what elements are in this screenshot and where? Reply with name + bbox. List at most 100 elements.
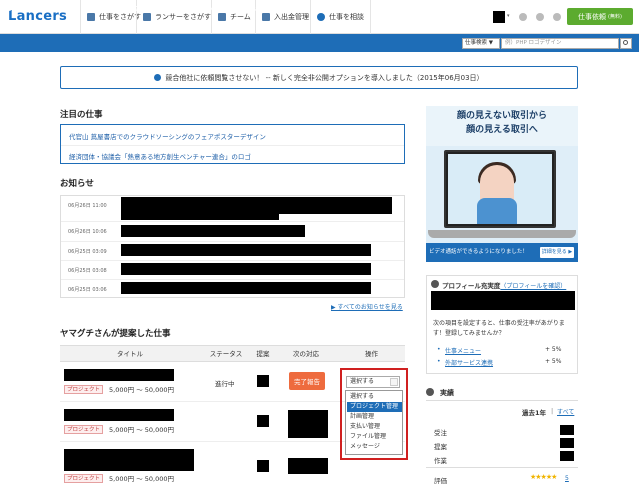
price: 5,000円 ～ 50,000円 bbox=[109, 386, 174, 394]
ad-details-button[interactable]: 詳細を見る ▶ bbox=[540, 247, 574, 258]
news-redacted[interactable] bbox=[121, 282, 371, 294]
bullet: • bbox=[437, 358, 441, 365]
all-link[interactable]: すべて bbox=[557, 407, 574, 416]
period-label: 過去1年 bbox=[522, 409, 547, 417]
profile-item-link[interactable]: 仕事メニュー bbox=[445, 346, 481, 355]
proposals-title: ヤマグチさんが提案した仕事 bbox=[60, 329, 171, 339]
news-date: 06月25日 03:08 bbox=[68, 268, 107, 274]
profile-item-pct: + 5% bbox=[545, 346, 562, 353]
stat-redacted bbox=[560, 438, 574, 448]
table-row: プロジェクト 5,000円 ～ 50,000円 bbox=[64, 424, 174, 434]
col-title: タイトル bbox=[117, 350, 143, 358]
highlight-box bbox=[340, 368, 408, 460]
complete-report-button[interactable]: 完了報告 bbox=[289, 372, 325, 390]
order-button[interactable]: 仕事依頼 (無料) bbox=[567, 8, 633, 25]
link-manage[interactable]: 相談の管理・編集 bbox=[120, 0, 176, 18]
proposal-count-redacted bbox=[257, 460, 269, 472]
link-mypage[interactable]: マイページトップ bbox=[16, 0, 72, 18]
rating-value[interactable]: 5 bbox=[565, 475, 569, 482]
news-redacted[interactable] bbox=[121, 263, 371, 275]
col-proposal: 提案 bbox=[256, 350, 270, 358]
featured-item[interactable]: 経済団体・協議会「熱意ある地方創生ベンチャー連合」のロゴ bbox=[69, 151, 251, 161]
news-date: 06月26日 10:06 bbox=[68, 229, 107, 235]
job-title-redacted[interactable] bbox=[64, 409, 174, 421]
nav-consult[interactable]: 仕事を相談 bbox=[310, 0, 371, 34]
medal-icon bbox=[426, 388, 434, 396]
laptop-base bbox=[428, 230, 576, 238]
separator: | bbox=[551, 407, 554, 415]
divider bbox=[426, 467, 578, 468]
stat-redacted bbox=[560, 425, 574, 435]
job-title-redacted[interactable] bbox=[64, 449, 194, 471]
news-date: 06月25日 03:06 bbox=[68, 287, 107, 293]
home-icon: ⌂ bbox=[6, 5, 12, 13]
divider bbox=[426, 400, 578, 401]
col-status: ステータス bbox=[209, 350, 243, 358]
profile-title: プロフィール充実度（プロフィールを確認） bbox=[442, 282, 567, 290]
divider bbox=[61, 260, 404, 261]
table-header: タイトル ステータス 提案 次の対応 操作 bbox=[60, 345, 405, 362]
stat-label: 作業 bbox=[434, 457, 447, 465]
project-badge: プロジェクト bbox=[64, 424, 104, 434]
project-badge: プロジェクト bbox=[64, 473, 104, 483]
featured-title: 注目の仕事 bbox=[60, 110, 103, 120]
ad-headline: 顔の見えない取引から 顔の見える取引へ bbox=[426, 106, 578, 146]
profile-box: プロフィール充実度（プロフィールを確認） 次の項目を設定すると、仕事の受注率があ… bbox=[426, 275, 578, 374]
col-next: 次の対応 bbox=[293, 350, 319, 358]
profile-item-link[interactable]: 外部サービス連携 bbox=[445, 358, 493, 367]
search-icon bbox=[623, 40, 628, 45]
link-consult[interactable]: 相談する bbox=[82, 0, 110, 18]
gear-icon[interactable] bbox=[553, 13, 561, 21]
profile-meter-redacted bbox=[431, 291, 575, 310]
next-action-redacted bbox=[288, 458, 328, 474]
search-input[interactable]: 例）PHP ロゴデザイン bbox=[501, 38, 619, 49]
proposal-count-redacted bbox=[257, 375, 269, 387]
proposal-count-redacted bbox=[257, 415, 269, 427]
col-action: 操作 bbox=[365, 350, 378, 358]
table-row: プロジェクト 5,000円 ～ 50,000円 bbox=[64, 384, 174, 394]
status-text: 進行中 bbox=[215, 380, 235, 388]
link-ranking[interactable]: ランキング bbox=[231, 0, 266, 18]
rating-stars-icon: ★★★★★ bbox=[530, 473, 557, 481]
featured-box: 代官山 蔦屋書店でのクラウドソーシングのフェアポスターデザイン 経済団体・協議会… bbox=[60, 124, 405, 164]
avatar[interactable] bbox=[493, 11, 505, 23]
next-action-redacted bbox=[288, 410, 328, 438]
performance-box: 実績 過去1年 | すべて 受注 提案 作業 評価 ★★★★★ 5 bbox=[426, 385, 578, 488]
globe-icon[interactable] bbox=[536, 13, 544, 21]
divider bbox=[61, 279, 404, 280]
info-icon bbox=[154, 74, 162, 81]
bullet: • bbox=[437, 346, 441, 353]
news-redacted[interactable] bbox=[121, 244, 371, 256]
link-favorites[interactable]: お気に入り bbox=[186, 0, 221, 18]
news-date: 06月25日 03:09 bbox=[68, 249, 107, 255]
stat-label: 評価 bbox=[434, 477, 447, 485]
news-redacted[interactable] bbox=[121, 208, 279, 220]
featured-item[interactable]: 代官山 蔦屋書店でのクラウドソーシングのフェアポスターデザイン bbox=[69, 131, 266, 141]
news-title: お知らせ bbox=[60, 179, 94, 189]
table-row: プロジェクト 5,000円 ～ 50,000円 bbox=[64, 473, 174, 483]
chat-icon bbox=[317, 13, 325, 21]
price: 5,000円 ～ 50,000円 bbox=[109, 426, 174, 434]
profile-link[interactable]: （プロフィールを確認） bbox=[500, 283, 566, 290]
notice-banner[interactable]: 競合他社に依頼閲覧させない！ -- 新しく完全非公開オプションを導入しました（2… bbox=[60, 66, 578, 89]
job-title-redacted[interactable] bbox=[64, 369, 174, 381]
news-redacted[interactable] bbox=[121, 225, 305, 237]
news-date: 06月26日 11:00 bbox=[68, 203, 107, 209]
project-badge: プロジェクト bbox=[64, 384, 104, 394]
stat-label: 受注 bbox=[434, 429, 447, 437]
stat-redacted bbox=[560, 451, 574, 461]
news-list: 06月26日 11:00 06月26日 10:06 06月25日 03:09 0… bbox=[60, 195, 405, 298]
price: 5,000円 ～ 50,000円 bbox=[109, 475, 174, 483]
divider bbox=[61, 241, 404, 242]
search-button[interactable] bbox=[620, 38, 632, 49]
chevron-down-icon[interactable]: ▾ bbox=[507, 13, 510, 19]
divider bbox=[61, 145, 404, 146]
profile-item-pct: + 5% bbox=[545, 358, 562, 365]
search-type-select[interactable]: 仕事検索 ▼ bbox=[462, 38, 500, 49]
divider bbox=[61, 221, 404, 222]
mail-icon[interactable] bbox=[519, 13, 527, 21]
person-shirt bbox=[477, 198, 517, 224]
all-news-link[interactable]: ▶ すべてのお知らせを見る bbox=[331, 302, 403, 311]
profile-desc: 次の項目を設定すると、仕事の受注率があがります！登録してみませんか？ bbox=[433, 320, 565, 337]
stat-label: 提案 bbox=[434, 443, 447, 451]
